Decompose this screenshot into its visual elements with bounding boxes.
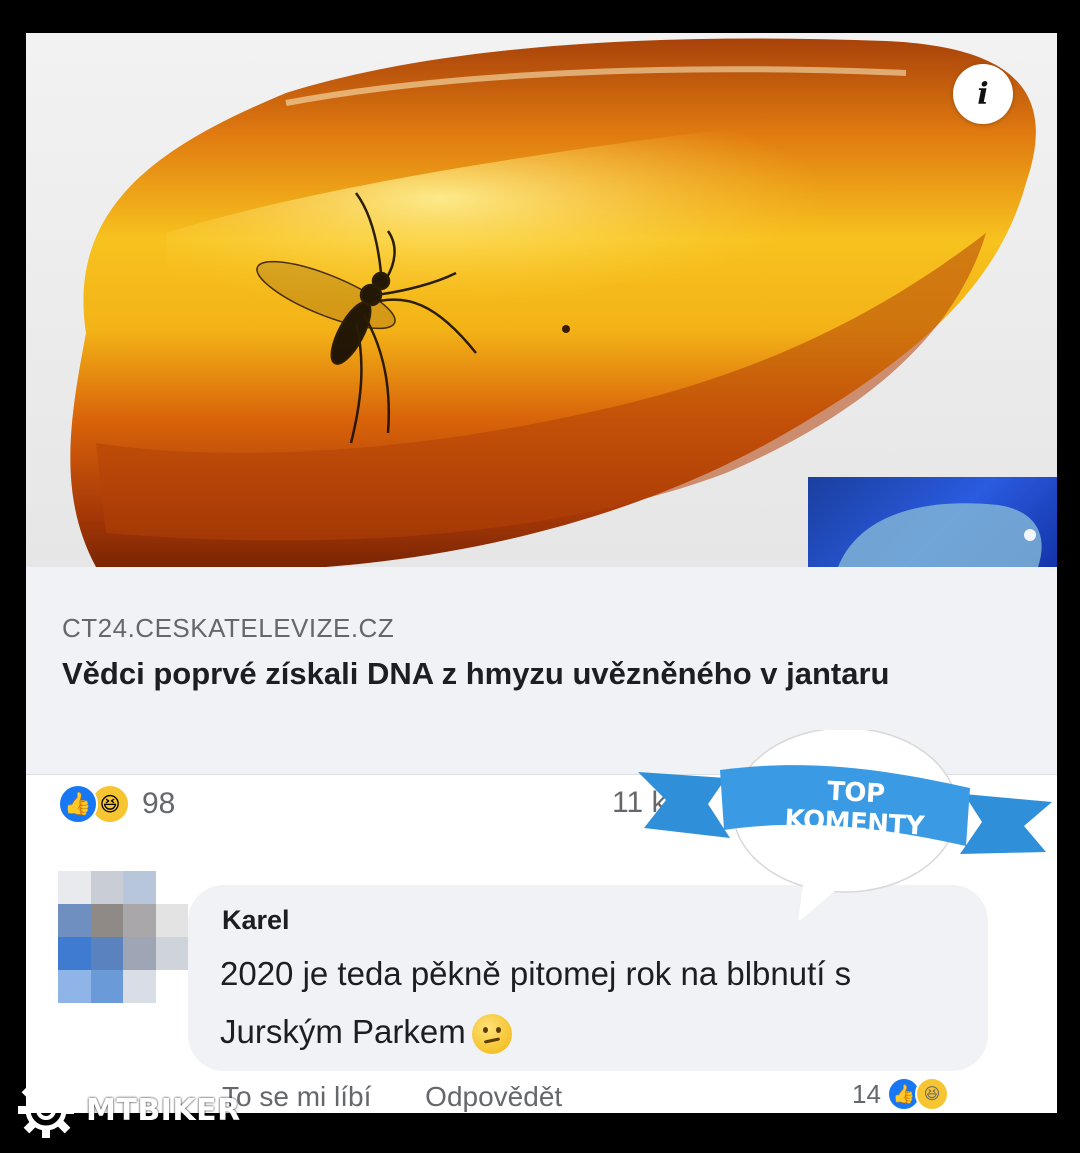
like-icon: 👍 [58,784,98,824]
mtbiker-watermark: MTBIKER [16,1080,241,1140]
gear-icon [18,1082,74,1138]
haha-icon: 😆 [914,1077,949,1111]
watermark-text: MTBIKER [86,1092,241,1128]
reaction-count: 98 [142,787,176,820]
top-comments-label: TOP KOMENTY [783,776,925,842]
comment-text: 2020 je teda pěkně pitomej rok na blbnut… [220,945,960,1061]
comment-body: 2020 je teda pěkně pitomej rok na blbnut… [220,955,852,1050]
comment-actions: To se mi líbí Odpovědět [222,1081,608,1113]
reply-link[interactable]: Odpovědět [425,1081,562,1112]
link-domain: CT24.CESKATELEVIZE.CZ [62,613,395,643]
info-icon[interactable]: i [953,64,1013,124]
like-comment-link[interactable]: To se mi líbí [222,1081,371,1112]
avatar[interactable] [58,871,188,1003]
link-headline[interactable]: Vědci poprvé získali DNA z hmyzu uvězněn… [62,653,982,695]
comment-like-count: 14 [852,1078,881,1109]
facebook-post-card: i CT24.CESKATELEVIZE.CZ Vědci poprvé zís… [26,33,1057,1113]
secondary-photo-thumbnail[interactable] [808,477,1057,567]
confused-face-icon [471,1014,512,1055]
blue-amber-thumbnail [838,503,1042,567]
comment-reactions[interactable]: 14 👍 😆 [852,1077,949,1111]
amber-insect-photo[interactable]: i [26,33,1057,567]
reaction-summary[interactable]: 👍 😆 98 [58,782,175,826]
comment-author[interactable]: Karel [222,905,290,936]
